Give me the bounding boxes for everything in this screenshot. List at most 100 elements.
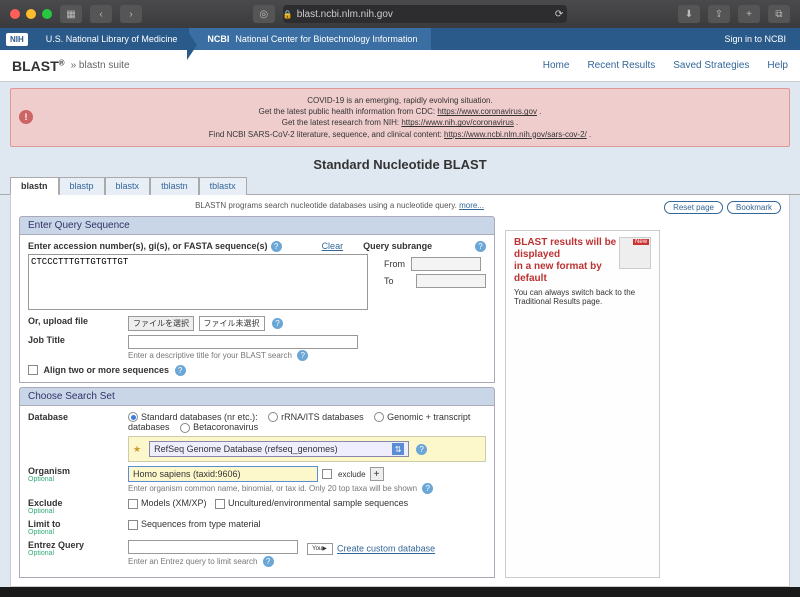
db-radio-betacorona[interactable] — [180, 423, 190, 433]
query-section-header: Enter Query Sequence — [19, 216, 495, 235]
blast-nav: Home Recent Results Saved Strategies Hel… — [543, 60, 788, 71]
ncbi-label-wrap[interactable]: NCBI National Center for Biotechnology I… — [189, 28, 431, 50]
limit-checkbox[interactable] — [128, 520, 138, 530]
file-none-label: ファイル未選択 — [199, 316, 265, 331]
align-two-label: Align two or more sequences — [44, 365, 170, 375]
clear-link[interactable]: Clear — [322, 241, 344, 251]
subrange-label: Query subrange — [363, 241, 432, 251]
entrez-input[interactable] — [128, 540, 298, 554]
help-icon[interactable]: ? — [263, 556, 274, 567]
minimize-window-icon[interactable] — [26, 9, 36, 19]
job-title-hint: Enter a descriptive title for your BLAST… — [128, 351, 292, 360]
tab-blastp[interactable]: blastp — [59, 177, 105, 195]
db-radio-genomic[interactable] — [374, 412, 384, 422]
blast-logo[interactable]: BLAST® — [12, 58, 65, 74]
ncbi-full: National Center for Biotechnology Inform… — [235, 34, 417, 44]
blast-header: BLAST® » blastn suite Home Recent Result… — [0, 50, 800, 82]
add-organism-button[interactable]: + — [370, 467, 384, 481]
help-icon[interactable]: ? — [271, 241, 282, 252]
from-input[interactable] — [411, 257, 481, 271]
create-custom-db-link[interactable]: Create custom database — [337, 544, 435, 554]
nih-gov-bar: NIH U.S. National Library of Medicine NC… — [0, 28, 800, 50]
nav-saved[interactable]: Saved Strategies — [673, 60, 749, 71]
share-icon[interactable]: ⇪ — [708, 5, 730, 23]
page-body: NIH U.S. National Library of Medicine NC… — [0, 28, 800, 587]
cdc-link[interactable]: https://www.coronavirus.gov — [437, 107, 537, 116]
database-label: Database — [28, 412, 120, 422]
browser-chrome: ▦ ‹ › ◎ 🔒 blast.ncbi.nlm.nih.gov ⟳ ⬇ ⇪ +… — [0, 0, 800, 28]
help-icon[interactable]: ? — [272, 318, 283, 329]
file-choose-button[interactable]: ファイルを選択 — [128, 316, 194, 331]
db-radio-standard[interactable] — [128, 412, 138, 422]
sidebar-toggle-icon[interactable]: ▦ — [60, 5, 82, 23]
database-select[interactable]: RefSeq Genome Database (refseq_genomes) … — [149, 441, 409, 457]
reset-button[interactable]: Reset page — [664, 201, 723, 214]
help-icon[interactable]: ? — [416, 444, 427, 455]
more-link[interactable]: more... — [459, 201, 484, 210]
lock-icon: 🔒 — [283, 10, 293, 19]
url-text: blast.ncbi.nlm.nih.gov — [297, 9, 393, 20]
sequence-textarea[interactable] — [28, 254, 368, 310]
exclude-organism-checkbox[interactable] — [322, 469, 332, 479]
bookmark-button[interactable]: Bookmark — [727, 201, 781, 214]
search-set-header: Choose Search Set — [19, 387, 495, 406]
download-icon[interactable]: ⬇ — [678, 5, 700, 23]
help-icon[interactable]: ? — [475, 241, 486, 252]
forward-button-icon[interactable]: › — [120, 5, 142, 23]
new-badge-icon — [619, 237, 651, 269]
url-bar[interactable]: 🔒 blast.ncbi.nlm.nih.gov ⟳ — [283, 5, 567, 23]
organism-label: Organism — [28, 466, 70, 476]
tab-tblastx[interactable]: tblastx — [199, 177, 247, 195]
help-icon[interactable]: ? — [422, 483, 433, 494]
to-input[interactable] — [416, 274, 486, 288]
align-two-checkbox[interactable] — [28, 365, 38, 375]
covid-line1: COVID-19 is an emerging, rapidly evolvin… — [21, 95, 779, 106]
organism-input[interactable]: Homo sapiens (taxid:9606) — [128, 466, 318, 482]
to-label: To — [384, 276, 410, 286]
page-title: Standard Nucleotide BLAST — [0, 153, 800, 176]
nih-link[interactable]: https://www.nih.gov/coronavirus — [401, 118, 514, 127]
star-icon: ★ — [133, 444, 141, 455]
from-label: From — [384, 259, 405, 269]
tab-tblastn[interactable]: tblastn — [150, 177, 199, 195]
tab-blastn[interactable]: blastn — [10, 177, 59, 195]
accession-label: Enter accession number(s), gi(s), or FAS… — [28, 241, 268, 251]
alert-icon: ! — [19, 110, 33, 124]
sars-link[interactable]: https://www.ncbi.nlm.nih.gov/sars-cov-2/ — [444, 130, 587, 139]
entrez-label: Entrez Query — [28, 540, 84, 550]
signin-link[interactable]: Sign in to NCBI — [724, 34, 800, 44]
tabs-icon[interactable]: ⧉ — [768, 5, 790, 23]
nlm-label[interactable]: U.S. National Library of Medicine — [34, 34, 190, 44]
db-radio-rrna[interactable] — [268, 412, 278, 422]
blast-form: Bookmark Reset page BLASTN programs sear… — [10, 195, 790, 587]
maximize-window-icon[interactable] — [42, 9, 52, 19]
help-icon[interactable]: ? — [175, 365, 186, 376]
search-set-body: Database Standard databases (nr etc.): r… — [19, 406, 495, 578]
job-title-input[interactable] — [128, 335, 358, 349]
ncbi-bold: NCBI — [207, 34, 229, 44]
nav-home[interactable]: Home — [543, 60, 570, 71]
tab-blastx[interactable]: blastx — [105, 177, 151, 195]
nih-logo[interactable]: NIH — [6, 33, 28, 46]
notice-body: You can always switch back to the Tradit… — [514, 288, 651, 306]
window-controls — [10, 9, 52, 19]
exclude-models-checkbox[interactable] — [128, 499, 138, 509]
entrez-hint: Enter an Entrez query to limit search — [128, 557, 257, 566]
new-format-notice: BLAST results will be displayedin a new … — [505, 230, 660, 578]
new-tab-icon[interactable]: + — [738, 5, 760, 23]
exclude-uncultured-checkbox[interactable] — [215, 499, 225, 509]
program-description: Bookmark Reset page BLASTN programs sear… — [19, 199, 781, 212]
blast-program-tabs: blastn blastp blastx tblastn tblastx — [0, 176, 800, 195]
help-icon[interactable]: ? — [297, 350, 308, 361]
blast-suite-breadcrumb: » blastn suite — [71, 60, 130, 71]
back-button-icon[interactable]: ‹ — [90, 5, 112, 23]
shield-icon[interactable]: ◎ — [253, 5, 275, 23]
nav-help[interactable]: Help — [767, 60, 788, 71]
close-window-icon[interactable] — [10, 9, 20, 19]
reload-icon[interactable]: ⟳ — [555, 9, 563, 20]
nav-recent[interactable]: Recent Results — [587, 60, 655, 71]
organism-hint: Enter organism common name, binomial, or… — [128, 484, 417, 493]
youtube-icon[interactable]: You▶ — [307, 543, 333, 555]
covid-alert-banner: ! COVID-19 is an emerging, rapidly evolv… — [10, 88, 790, 147]
chevron-updown-icon: ⇅ — [392, 443, 404, 455]
